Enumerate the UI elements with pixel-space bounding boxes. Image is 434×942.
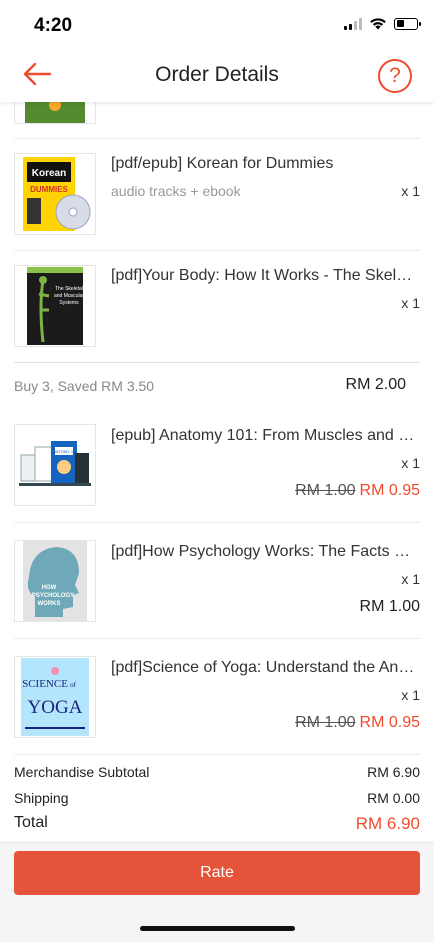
item-title: [epub] Anatomy 101: From Muscles and Bon…: [111, 427, 418, 444]
divider: [14, 362, 420, 363]
item-title: [pdf]Science of Yoga: Understand the Ana…: [111, 659, 418, 676]
subtotal-label: Merchandise Subtotal: [14, 764, 150, 780]
product-thumbnail[interactable]: Korean DUMMIES: [14, 153, 96, 235]
help-button[interactable]: ?: [378, 59, 412, 93]
book-cover-image: ANATOMY 101: [19, 441, 91, 486]
divider: [14, 138, 420, 139]
book-cover-image: SCIENCE of YOGA: [21, 658, 89, 736]
thumb-text-1: The Skeletal: [55, 286, 83, 292]
status-bar: 4:20: [0, 0, 434, 50]
book-cover-image: [25, 102, 85, 123]
thumb-text-2: of: [70, 681, 77, 689]
thumb-text-1: ANATOMY 101: [50, 449, 78, 454]
item-title: [pdf]Your Body: How It Works - The Skele…: [111, 267, 418, 284]
item-price: RM 1.00: [359, 598, 420, 615]
price-original: RM 1.00: [295, 482, 356, 499]
thumb-text-3: Systems: [59, 300, 79, 306]
thumb-text-1: HOW: [42, 585, 57, 591]
book-cover-image: Korean DUMMIES: [23, 157, 91, 231]
product-thumbnail[interactable]: The Skeletal and Muscular Systems: [14, 265, 96, 347]
signal-icon: [344, 17, 362, 30]
order-content: Korean DUMMIES [pdf/epub] Korean for Dum…: [0, 102, 434, 842]
item-price: RM 1.00 RM 0.95: [295, 482, 420, 500]
home-indicator[interactable]: [140, 926, 295, 931]
status-time: 4:20: [34, 15, 73, 36]
item-quantity: x 1: [401, 455, 420, 471]
page-title: Order Details: [155, 63, 279, 86]
wifi-icon: [370, 18, 386, 30]
status-icons: [344, 17, 421, 30]
item-title: [pdf]How Psychology Works: The Facts Vis…: [111, 543, 418, 560]
product-thumbnail[interactable]: ANATOMY 101: [14, 424, 96, 506]
bundle-price: RM 2.00: [345, 376, 406, 393]
book-cover-image: The Skeletal and Muscular Systems: [27, 267, 84, 345]
battery-icon: [394, 17, 421, 30]
thumb-text-2: PSYCHOLOGY: [32, 593, 74, 599]
thumb-text-1: SCIENCE: [22, 678, 68, 690]
shipping-value: RM 0.00: [367, 790, 420, 806]
thumb-text-2: and Muscular: [54, 293, 84, 299]
product-thumbnail[interactable]: HOW PSYCHOLOGY WORKS: [14, 540, 96, 622]
shipping-label: Shipping: [14, 790, 69, 806]
subtotal-value: RM 6.90: [367, 764, 420, 780]
header: Order Details ?: [0, 50, 434, 102]
item-quantity: x 1: [401, 295, 420, 311]
thumb-text-3: YOGA: [28, 697, 83, 718]
book-cover-image: HOW PSYCHOLOGY WORKS: [23, 541, 87, 621]
divider: [14, 522, 420, 523]
total-value: RM 6.90: [355, 814, 420, 833]
total-label: Total: [14, 814, 48, 831]
item-quantity: x 1: [401, 571, 420, 587]
item-title: [pdf/epub] Korean for Dummies: [111, 155, 334, 172]
thumb-text-1: Korean: [32, 168, 66, 179]
item-quantity: x 1: [401, 183, 420, 199]
item-variant: audio tracks + ebook: [111, 183, 241, 199]
item-quantity: x 1: [401, 687, 420, 703]
product-thumbnail[interactable]: SCIENCE of YOGA: [14, 656, 96, 738]
divider: [14, 754, 420, 755]
item-price: RM 1.00 RM 0.95: [295, 714, 420, 732]
price-original: RM 1.00: [295, 714, 356, 731]
divider: [14, 638, 420, 639]
thumb-text-2: DUMMIES: [30, 185, 68, 194]
price-discounted: RM 0.95: [359, 714, 420, 731]
bundle-label: Buy 3, Saved RM 3.50: [14, 378, 155, 394]
divider: [14, 250, 420, 251]
price-discounted: RM 0.95: [359, 482, 420, 499]
footer: Rate: [0, 842, 434, 942]
thumb-text-3: WORKS: [38, 601, 61, 607]
product-thumbnail-partial[interactable]: [14, 102, 96, 124]
rate-button[interactable]: Rate: [14, 851, 420, 895]
